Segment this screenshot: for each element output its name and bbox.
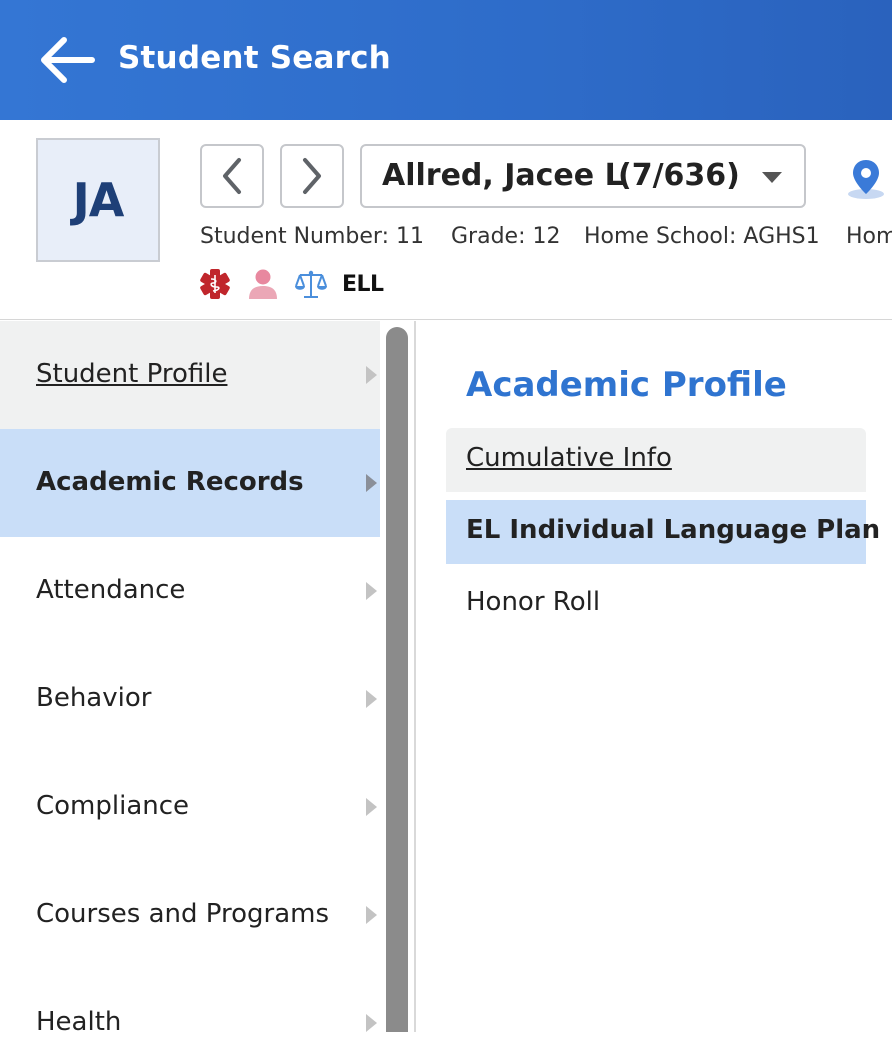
menu-item-label: Cumulative Info [466,443,672,473]
menu-item-el-individual-language-plan[interactable]: EL Individual Language Plan [446,500,880,564]
sidebar-item-attendance[interactable]: Attendance [0,537,380,645]
student-badges: ELL [198,266,384,302]
arrow-left-icon[interactable] [36,34,96,86]
chevron-right-icon [366,1014,377,1032]
sidebar-item-compliance[interactable]: Compliance [0,753,380,861]
page-title: Student Search [118,40,391,76]
menu-item-label: EL Individual Language Plan [466,515,881,545]
previous-student-button[interactable] [200,144,264,208]
chevron-right-icon [303,158,321,194]
person-icon[interactable] [246,267,280,301]
sidebar-item-academic-records[interactable]: Academic Records [0,429,380,537]
scrollbar-thumb[interactable] [386,327,408,1032]
menu-item-cumulative-info[interactable]: Cumulative Info [446,428,866,492]
sidebar-item-label: Academic Records [36,467,304,497]
menu-item-label: Honor Roll [466,587,601,617]
chevron-right-icon [366,690,377,708]
avatar: JA [36,138,160,262]
sidebar-item-health[interactable]: Health [0,969,380,1037]
chevron-right-icon [366,582,377,600]
student-selector[interactable]: Allred, Jacee L (7/636) [360,144,806,208]
chevron-right-icon [366,474,377,492]
chevron-down-icon [762,172,782,183]
sidebar-scrollbar[interactable] [384,327,410,1032]
section-title: Academic Profile [466,365,787,405]
sidebar-item-label: Behavior [36,683,152,713]
next-student-button[interactable] [280,144,344,208]
location-pin-icon[interactable] [846,156,886,200]
menu-item-honor-roll[interactable]: Honor Roll [446,572,866,636]
student-number: Student Number: 11 [200,224,424,249]
sidebar-item-courses-and-programs[interactable]: Courses and Programs [0,861,380,969]
sidebar-item-label: Compliance [36,791,190,821]
student-position: (7/636) [618,158,740,193]
content-panel: Academic Profile Cumulative Info EL Indi… [416,321,892,1032]
medical-alert-icon[interactable] [198,267,232,301]
ell-badge[interactable]: ELL [342,272,384,297]
top-bar: Student Search [0,0,892,120]
home-truncated: Hom [846,224,892,249]
sidebar-item-student-profile[interactable]: Student Profile [0,321,380,429]
sidebar-item-label: Student Profile [36,359,228,389]
home-school: Home School: AGHS1 [584,224,820,249]
sidebar-item-label: Attendance [36,575,186,605]
chevron-right-icon [366,366,377,384]
student-header: JA Allred, Jacee L (7/636) Student Numbe… [0,120,892,320]
scales-icon[interactable] [294,267,328,301]
student-grade: Grade: 12 [451,224,561,249]
chevron-right-icon [366,906,377,924]
chevron-right-icon [366,798,377,816]
sidebar-item-behavior[interactable]: Behavior [0,645,380,753]
sidebar: Student Profile Academic Records Attenda… [0,321,380,1037]
sidebar-item-label: Courses and Programs [36,899,330,929]
sidebar-item-label: Health [36,1007,122,1037]
student-name: Allred, Jacee L [382,158,624,193]
chevron-left-icon [223,158,241,194]
